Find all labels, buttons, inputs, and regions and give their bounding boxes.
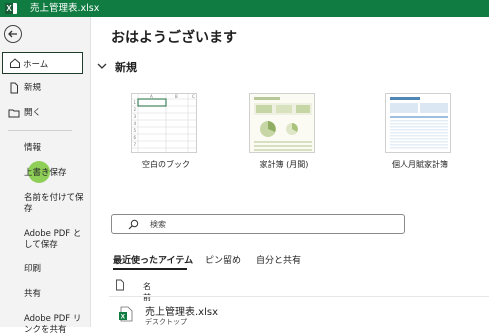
recent-file-location: デスクトップ: [145, 318, 187, 326]
window-title: 売上管理表.xlsx: [30, 3, 100, 14]
tab-pinned[interactable]: ピン留め: [205, 253, 241, 266]
backstage-sidebar: ホーム 新規 開く 情報 上書き保存 名前を付けて保 存 Adobe PDF と…: [0, 17, 91, 335]
active-tab-indicator: [113, 268, 187, 270]
nav-save[interactable]: 上書き保存: [24, 168, 88, 179]
template-label: 個人月賦家計簿: [392, 160, 448, 169]
nav-open-label: 開く: [24, 108, 42, 118]
nav-share-adobe-pdf-link[interactable]: Adobe PDF リ ンクを共有: [24, 314, 88, 336]
backstage-main: おはようございます 新規 A B C 1 2 3 4 5 6 7 空白のブック …: [91, 17, 489, 327]
greeting-heading: おはようございます: [111, 30, 237, 46]
nav-info[interactable]: 情報: [24, 143, 88, 154]
search-input[interactable]: 検索: [111, 214, 405, 234]
title-bar: X 売上管理表.xlsx: [0, 0, 489, 17]
search-icon: [128, 219, 139, 230]
file-type-icon: [116, 279, 124, 291]
excel-app-icon: X: [5, 3, 17, 14]
personal-budget-thumbnail: [385, 93, 451, 153]
nav-save-as[interactable]: 名前を付けて保 存: [24, 193, 88, 215]
blank-workbook-thumbnail: ABC 123 456 7: [131, 93, 197, 153]
list-header-label: 名前: [143, 282, 151, 302]
home-icon: [10, 58, 20, 68]
back-button[interactable]: [4, 25, 22, 43]
household-budget-thumbnail: [249, 93, 315, 153]
chevron-down-icon: [97, 63, 107, 69]
template-label: 空白のブック: [142, 160, 190, 169]
new-section-title: 新規: [115, 61, 137, 74]
search-placeholder: 検索: [150, 220, 166, 229]
recent-file-row[interactable]: X 売上管理表.xlsx デスクトップ: [113, 301, 483, 327]
nav-new-label: 新規: [24, 83, 42, 93]
svg-text:C: C: [192, 94, 195, 99]
nav-home[interactable]: ホーム: [2, 52, 83, 74]
excel-file-icon: X: [119, 306, 133, 322]
nav-print[interactable]: 印刷: [24, 264, 88, 275]
nav-home-label: ホーム: [23, 60, 49, 70]
tab-shared-with-me[interactable]: 自分と共有: [256, 253, 301, 266]
svg-text:A: A: [150, 94, 153, 99]
template-label: 家計簿 (月間): [259, 160, 309, 169]
list-divider: [109, 296, 489, 297]
svg-text:X: X: [121, 314, 126, 321]
nav-save-adobe-pdf[interactable]: Adobe PDF と して保存: [24, 229, 88, 251]
tab-recent[interactable]: 最近使ったアイテム: [113, 253, 193, 266]
recent-file-name: 売上管理表.xlsx: [145, 307, 219, 318]
sidebar-divider: [8, 130, 72, 131]
folder-icon: [8, 109, 20, 118]
nav-share[interactable]: 共有: [24, 289, 88, 300]
svg-text:B: B: [175, 94, 178, 99]
new-file-icon: [10, 82, 18, 94]
back-arrow-icon: [8, 30, 17, 38]
